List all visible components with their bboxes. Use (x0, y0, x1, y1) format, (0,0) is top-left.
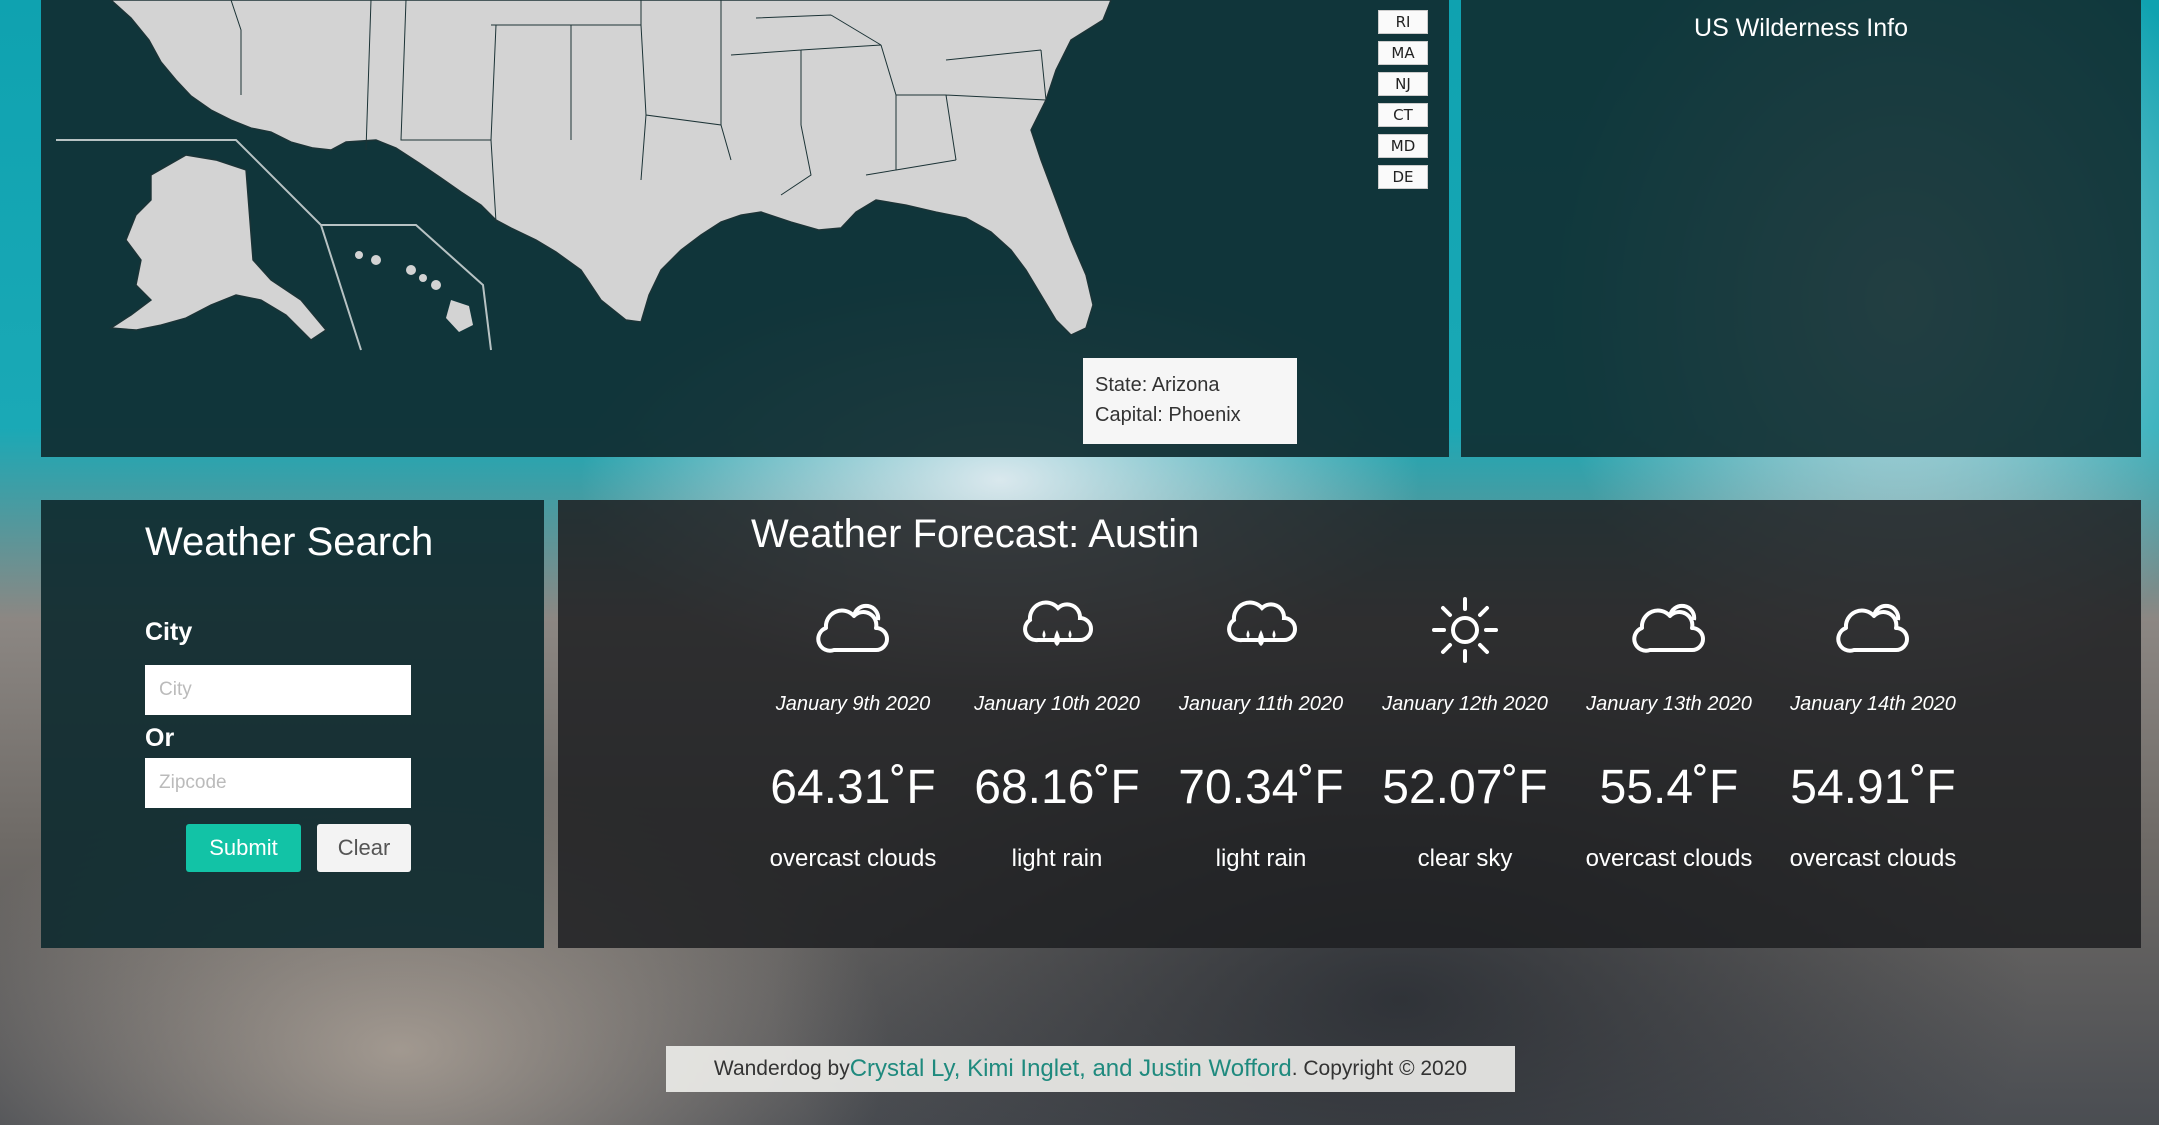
forecast-temp: 54.91˚F (1790, 761, 1956, 814)
forecast-date: January 12th 2020 (1382, 693, 1548, 715)
forecast-desc: light rain (1215, 845, 1307, 872)
state-button-de[interactable]: DE (1378, 165, 1428, 189)
forecast-temp: 68.16˚F (974, 761, 1140, 814)
alaska-shape[interactable] (108, 154, 328, 341)
state-button-nj[interactable]: NJ (1378, 72, 1428, 96)
rain-cloud-icon (955, 595, 1159, 665)
forecast-day: January 13th 2020 55.4˚F overcast clouds (1567, 595, 1771, 873)
state-tooltip: State: Arizona Capital: Phoenix (1083, 358, 1297, 444)
rain-cloud-icon (1159, 595, 1363, 665)
footer-authors-link[interactable]: Crystal Ly, Kimi Inglet, and Justin Woff… (850, 1055, 1292, 1083)
or-label: Or (145, 724, 175, 752)
city-input[interactable] (145, 665, 411, 715)
hawaii-shape[interactable] (355, 251, 473, 332)
cloud-icon (1771, 595, 1975, 665)
forecast-temp: 52.07˚F (1382, 761, 1548, 814)
forecast-days: January 9th 2020 64.31˚F overcast clouds… (751, 595, 1975, 873)
clear-button[interactable]: Clear (317, 824, 411, 872)
forecast-date: January 10th 2020 (974, 693, 1140, 715)
forecast-desc: light rain (1011, 845, 1103, 872)
tooltip-capital: Capital: Phoenix (1095, 404, 1241, 426)
forecast-temp: 55.4˚F (1599, 761, 1739, 814)
forecast-day: January 12th 2020 52.07˚F clear sky (1363, 595, 1567, 873)
forecast-desc: clear sky (1417, 845, 1513, 872)
state-button-ri[interactable]: RI (1378, 10, 1428, 34)
forecast-desc: overcast clouds (1585, 845, 1753, 872)
cloud-icon (751, 595, 955, 665)
state-button-ma[interactable]: MA (1378, 41, 1428, 65)
weather-search-panel: Weather Search City Or Submit Clear (41, 500, 544, 948)
forecast-date: January 11th 2020 (1178, 693, 1344, 715)
tooltip-state: State: Arizona (1095, 374, 1220, 396)
forecast-day: January 14th 2020 54.91˚F overcast cloud… (1771, 595, 1975, 873)
footer-prefix: Wanderdog by (713, 1057, 850, 1080)
forecast-date: January 13th 2020 (1586, 693, 1752, 715)
forecast-date: January 9th 2020 (775, 693, 931, 715)
city-label: City (145, 618, 193, 646)
forecast-desc: overcast clouds (1789, 845, 1957, 872)
state-button-md[interactable]: MD (1378, 134, 1428, 158)
sun-icon (1363, 595, 1567, 665)
zipcode-input[interactable] (145, 758, 411, 808)
forecast-day: January 9th 2020 64.31˚F overcast clouds (751, 595, 955, 873)
forecast-desc: overcast clouds (769, 845, 937, 872)
submit-button[interactable]: Submit (186, 824, 301, 872)
forecast-day: January 10th 2020 68.16˚F light rain (955, 595, 1159, 873)
footer: Wanderdog by Crystal Ly, Kimi Inglet, an… (666, 1046, 1515, 1092)
forecast-temp: 64.31˚F (770, 761, 936, 814)
weather-forecast-panel: Weather Forecast: Austin January 9th 202… (558, 500, 2141, 948)
forecast-title: Weather Forecast: Austin (751, 512, 1200, 556)
state-button-ct[interactable]: CT (1378, 103, 1428, 127)
cloud-icon (1567, 595, 1771, 665)
forecast-date: January 14th 2020 (1790, 693, 1956, 715)
footer-copyright: . Copyright © 2020 (1291, 1057, 1468, 1080)
search-title: Weather Search (145, 520, 434, 564)
forecast-day: January 11th 2020 70.34˚F light rain (1159, 595, 1363, 873)
wilderness-title: US Wilderness Info (1694, 14, 1908, 42)
us-map-panel: RI MA NJ CT MD DE State: Arizona Capital… (41, 0, 1449, 457)
forecast-temp: 70.34˚F (1178, 761, 1344, 814)
wilderness-panel: US Wilderness Info (1461, 0, 2141, 457)
